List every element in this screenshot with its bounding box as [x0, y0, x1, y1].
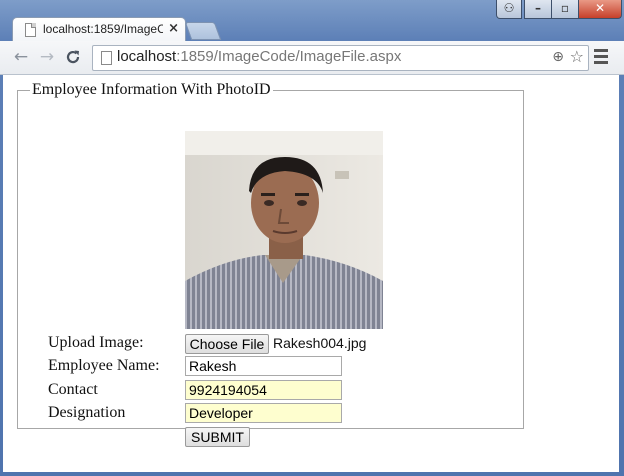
- user-icon: ⚇: [503, 1, 515, 15]
- contact-input[interactable]: 9924194054: [185, 380, 342, 400]
- employee-photo: [185, 131, 383, 329]
- fieldset-legend: Employee Information With PhotoID: [32, 81, 271, 98]
- employee-photo-image: [185, 131, 383, 329]
- reload-button[interactable]: [62, 46, 84, 68]
- address-bar[interactable]: localhost:1859/ImageCode/ImageFile.aspx …: [92, 45, 589, 71]
- browser-toolbar: ← → localhost:1859/ImageCode/ImageFile.a…: [0, 41, 624, 75]
- contact-label: Contact: [48, 381, 98, 398]
- upload-image-label: Upload Image:: [48, 334, 144, 351]
- profile-button[interactable]: ⚇: [496, 0, 522, 19]
- forward-button[interactable]: →: [36, 46, 58, 68]
- new-tab-button[interactable]: [184, 22, 222, 40]
- zoom-icon[interactable]: ⊕: [552, 49, 564, 65]
- reload-icon: [66, 50, 80, 64]
- url-path: :1859/ImageCode/ImageFile.aspx: [176, 48, 402, 65]
- employee-name-input[interactable]: Rakesh: [185, 356, 342, 376]
- close-icon: ✕: [594, 1, 606, 15]
- page-content: Employee Information With PhotoID Upload…: [3, 75, 619, 472]
- employee-fieldset: Employee Information With PhotoID Upload…: [17, 81, 524, 447]
- employee-name-label: Employee Name:: [48, 357, 160, 374]
- minimize-icon: –: [535, 1, 541, 15]
- title-bar: localhost:1859/ImageCode × ⚇ – ▫ ✕: [0, 0, 624, 42]
- page-icon: [101, 51, 112, 65]
- browser-window: localhost:1859/ImageCode × ⚇ – ▫ ✕ ← → l…: [0, 0, 624, 476]
- submit-button[interactable]: SUBMIT: [185, 427, 250, 447]
- selected-file-name: Rakesh004.jpg: [273, 335, 367, 351]
- url-text: localhost:1859/ImageCode/ImageFile.aspx: [117, 48, 401, 65]
- menu-icon[interactable]: [594, 49, 608, 67]
- close-button[interactable]: ✕: [578, 0, 622, 19]
- maximize-icon: ▫: [560, 1, 570, 15]
- back-button[interactable]: ←: [10, 46, 32, 68]
- page-icon: [25, 23, 36, 37]
- url-host: localhost: [117, 48, 177, 65]
- designation-input[interactable]: Developer: [185, 403, 342, 423]
- tab-title: localhost:1859/ImageCode: [43, 22, 163, 36]
- star-icon[interactable]: ☆: [570, 47, 584, 66]
- choose-file-button[interactable]: Choose File: [185, 334, 269, 354]
- designation-label: Designation: [48, 404, 126, 421]
- minimize-button[interactable]: –: [524, 0, 552, 19]
- maximize-button[interactable]: ▫: [551, 0, 579, 19]
- browser-tab[interactable]: localhost:1859/ImageCode ×: [12, 17, 186, 42]
- tab-close-icon[interactable]: ×: [168, 21, 179, 36]
